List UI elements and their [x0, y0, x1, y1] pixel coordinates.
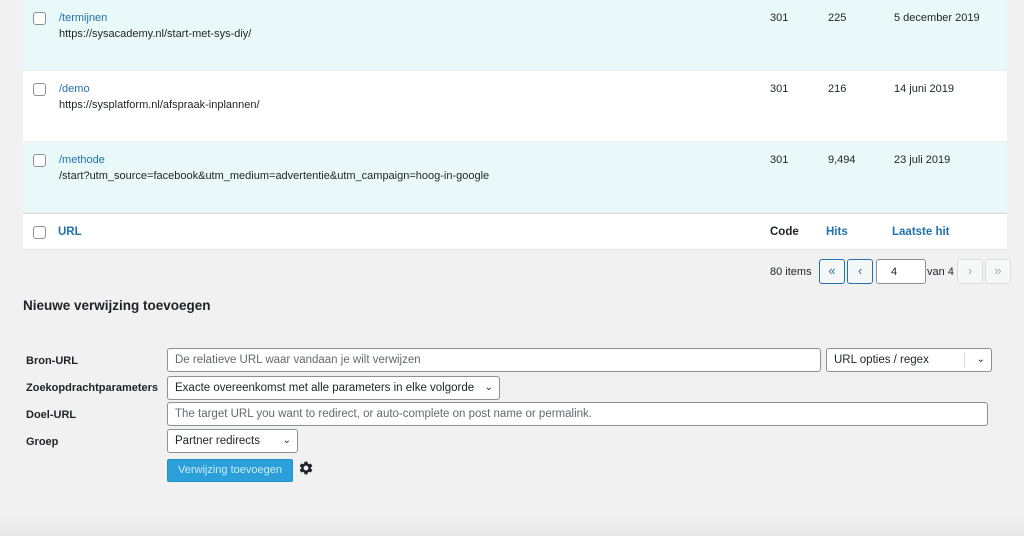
sort-url-link[interactable]: URL: [58, 226, 82, 238]
hits-cell: 216: [828, 83, 847, 95]
last-hit-cell: 14 juni 2019: [894, 83, 954, 95]
query-params-value: Exacte overeenkomst met alle parameters …: [175, 382, 475, 394]
pagination: 80 items « ‹ van 4 › »: [0, 259, 1024, 285]
form-title: Nieuwe verwijzing toevoegen: [23, 298, 211, 313]
target-url: https://sysacademy.nl/start-met-sys-diy/: [59, 28, 252, 40]
group-value: Partner redirects: [175, 435, 261, 447]
row-checkbox[interactable]: [33, 83, 46, 96]
row-checkbox[interactable]: [33, 154, 46, 167]
group-select[interactable]: Partner redirects ⌄: [167, 429, 298, 453]
code-header: Code: [770, 226, 799, 238]
last-page-button[interactable]: »: [985, 259, 1011, 284]
chevron-down-icon: ⌄: [976, 354, 985, 365]
sort-last-hit-link[interactable]: Laatste hit: [892, 226, 950, 238]
code-cell: 301: [770, 12, 789, 24]
total-pages: van 4: [927, 266, 954, 278]
target-url: https://sysplatform.nl/afspraak-inplanne…: [59, 99, 260, 111]
last-hit-cell: 5 december 2019: [894, 12, 980, 24]
prev-page-button[interactable]: ‹: [847, 259, 873, 284]
target-url-input[interactable]: [167, 402, 988, 426]
hits-cell: 9,494: [828, 154, 856, 166]
code-cell: 301: [770, 154, 789, 166]
source-url-link[interactable]: /demo: [59, 83, 90, 95]
select-all-checkbox[interactable]: [33, 226, 46, 239]
sort-hits-link[interactable]: Hits: [826, 226, 848, 238]
items-count: 80 items: [770, 266, 812, 278]
table-footer: URL Code Hits Laatste hit: [23, 213, 1007, 249]
query-params-label: Zoekopdrachtparameters: [26, 382, 159, 394]
add-redirect-button[interactable]: Verwijzing toevoegen: [167, 459, 293, 482]
hits-cell: 225: [828, 12, 847, 24]
last-hit-cell: 23 juli 2019: [894, 154, 951, 166]
source-url-link[interactable]: /termijnen: [59, 12, 107, 24]
table-row: /methode /start?utm_source=facebook&utm_…: [23, 142, 1007, 213]
target-url-label: Doel-URL: [26, 409, 77, 421]
table-row: /termijnen https://sysacademy.nl/start-m…: [23, 0, 1007, 71]
group-label: Groep: [26, 436, 59, 448]
code-cell: 301: [770, 83, 789, 95]
current-page-input[interactable]: [876, 259, 926, 284]
gear-icon[interactable]: [298, 460, 314, 476]
url-options-value: URL opties / regex: [834, 354, 929, 366]
target-url: /start?utm_source=facebook&utm_medium=ad…: [59, 170, 490, 182]
source-url-link[interactable]: /methode: [59, 154, 105, 166]
url-options-select[interactable]: URL opties / regex ⌄: [826, 348, 992, 372]
select-divider: [964, 352, 965, 368]
chevron-down-icon: ⌄: [484, 382, 493, 393]
redirects-table: /termijnen https://sysacademy.nl/start-m…: [23, 0, 1007, 250]
row-checkbox[interactable]: [33, 12, 46, 25]
table-row: /demo https://sysplatform.nl/afspraak-in…: [23, 71, 1007, 142]
chevron-down-icon: ⌄: [282, 435, 291, 446]
next-page-button[interactable]: ›: [957, 259, 983, 284]
first-page-button[interactable]: «: [819, 259, 845, 284]
source-url-input[interactable]: [167, 348, 821, 372]
source-url-label: Bron-URL: [26, 355, 78, 367]
page-bottom-edge: [0, 516, 1024, 536]
query-params-select[interactable]: Exacte overeenkomst met alle parameters …: [167, 376, 500, 400]
